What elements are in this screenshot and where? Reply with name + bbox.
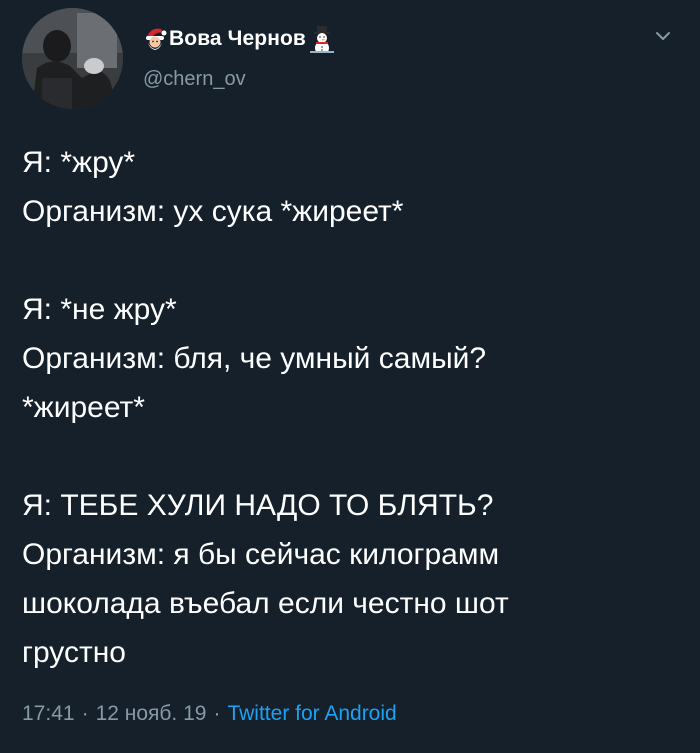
tweet-date[interactable]: 12 нояб. 19 (96, 702, 207, 725)
tweet-time[interactable]: 17:41 (22, 702, 75, 725)
avatar[interactable] (22, 8, 123, 109)
tweet-line: Организм: ух сука *жиреет* (22, 195, 404, 228)
tweet-line: грустно (22, 636, 126, 669)
tweet-text: Я: *жру* Организм: ух сука *жиреет* Я: *… (22, 138, 682, 677)
santa-icon (143, 26, 167, 52)
meta-separator: · (81, 702, 89, 725)
display-name[interactable]: Вова Чернов (169, 27, 306, 51)
tweet-line: Организм: я бы сейчас килограмм (22, 538, 500, 571)
tweet-line: Я: ТЕБЕ ХУЛИ НАДО ТО БЛЯТЬ? (22, 489, 494, 522)
snowman-icon (309, 25, 334, 53)
tweet-line: шоколада въебал если честно шот (22, 587, 509, 620)
meta-separator: · (213, 702, 221, 725)
tweet-line: Я: *жру* (22, 146, 136, 179)
tweet-line: Организм: бля, че умный самый? (22, 342, 487, 375)
tweet: Вова Чернов @chern_ov Я: *жру* Организм:… (0, 0, 700, 753)
tweet-meta: 17:41 · 12 нояб. 19 · Twitter for Android (22, 702, 397, 726)
tweet-line: *жиреет* (22, 391, 145, 424)
user-handle[interactable]: @chern_ov (143, 68, 246, 91)
tweet-source-link[interactable]: Twitter for Android (227, 702, 396, 725)
name-row[interactable]: Вова Чернов (143, 22, 334, 56)
tweet-line: Я: *не жру* (22, 293, 177, 326)
chevron-down-icon[interactable] (650, 27, 676, 47)
